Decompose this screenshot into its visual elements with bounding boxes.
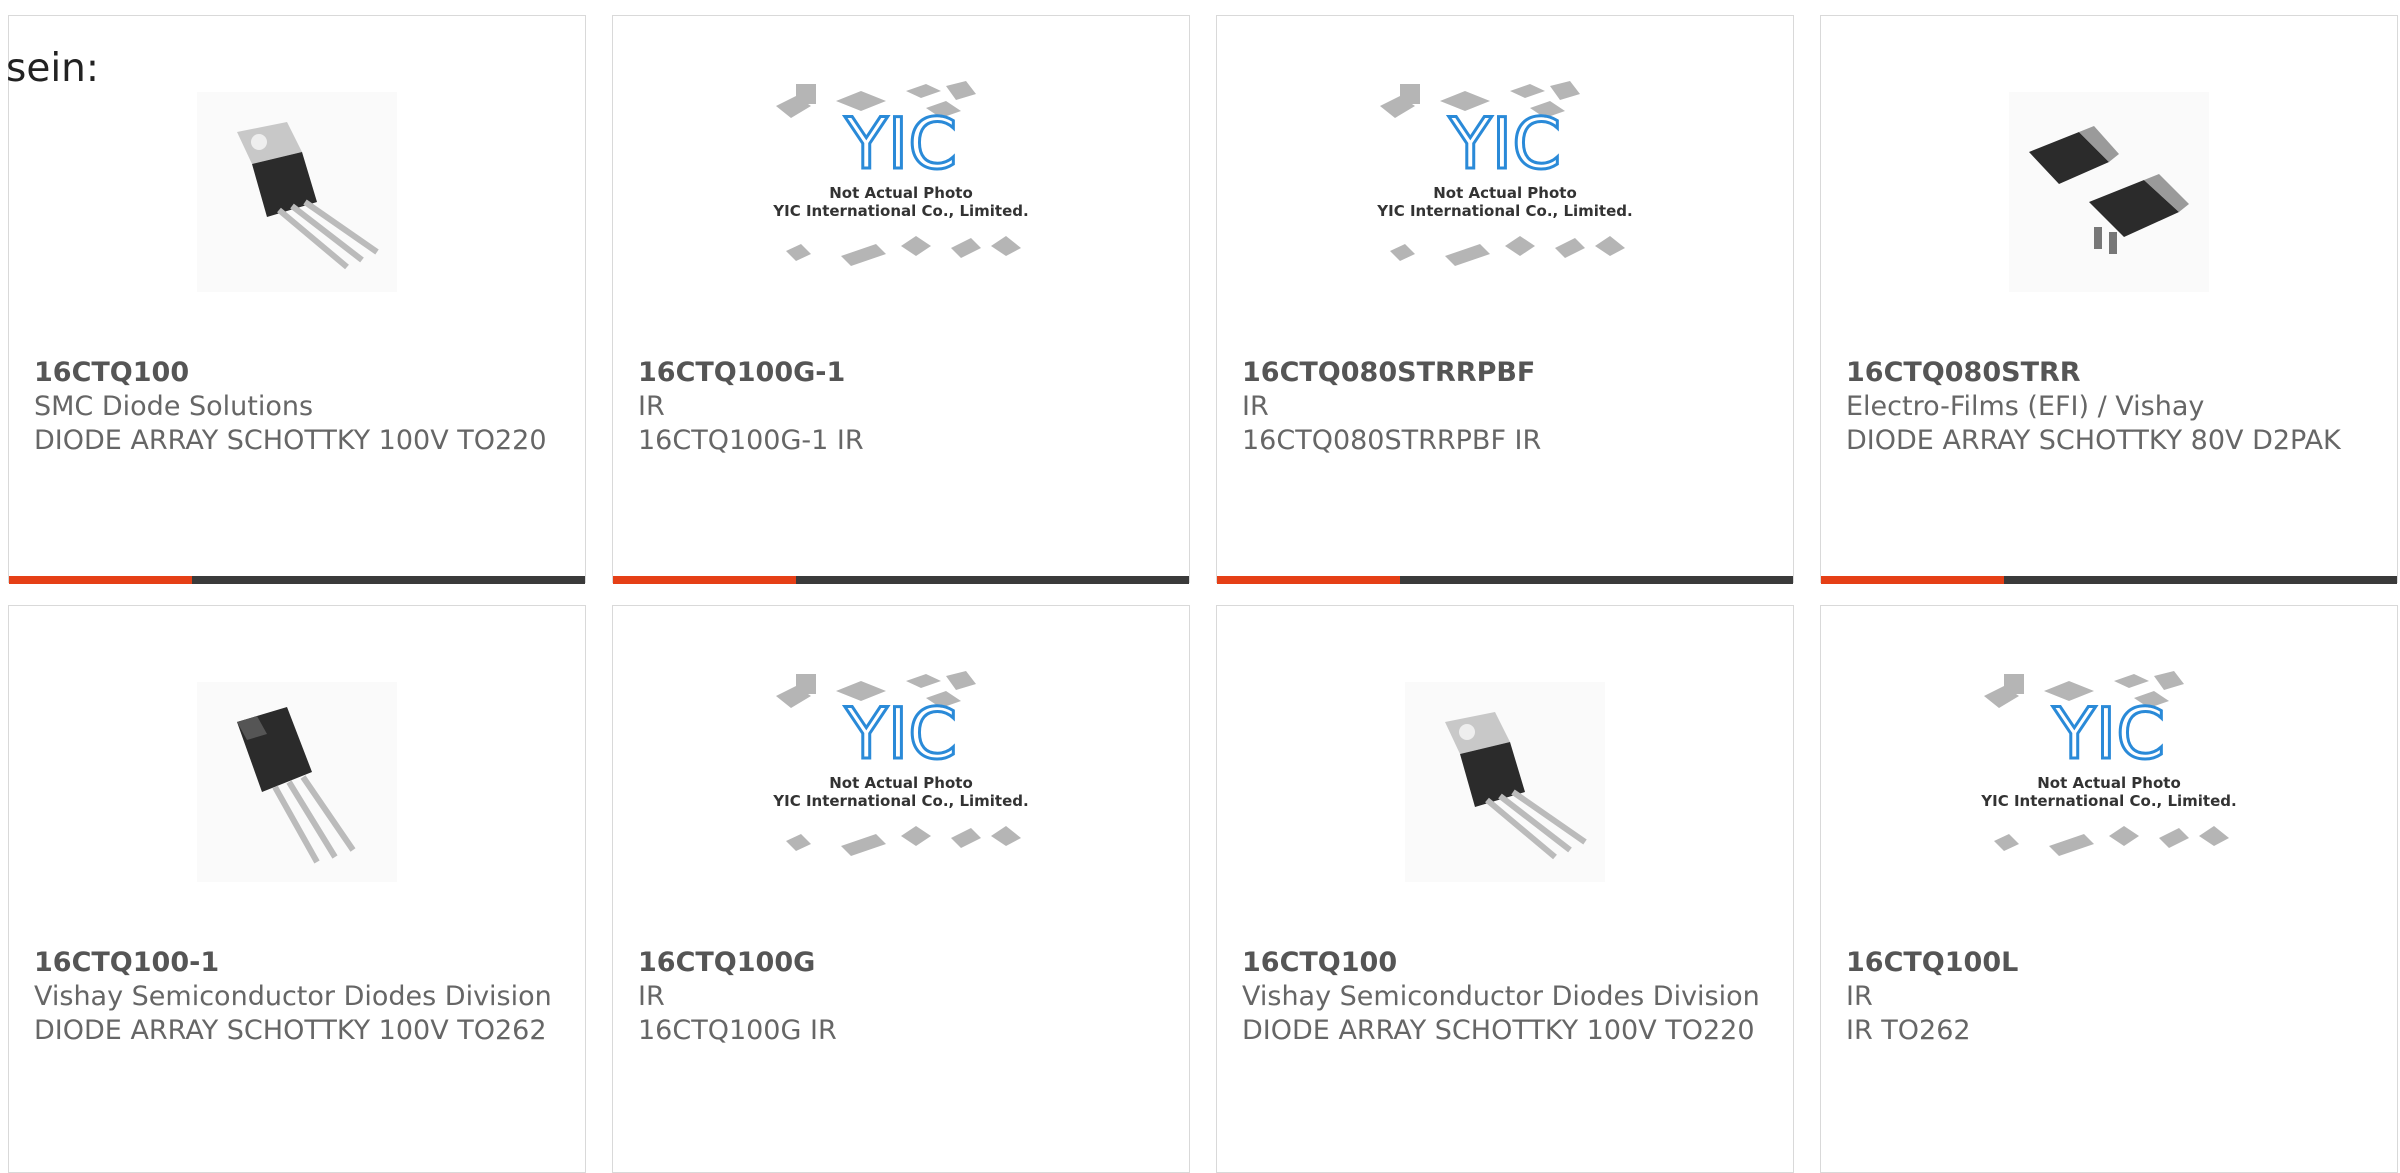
card-bar	[613, 576, 1189, 584]
placeholder-line1: Not Actual Photo	[829, 184, 973, 202]
part-number[interactable]: 16CTQ100-1	[34, 946, 565, 980]
to220-icon[interactable]	[162, 76, 432, 308]
yic-placeholder-icon[interactable]: YIC Not Actual Photo YIC International C…	[1370, 76, 1640, 308]
part-number[interactable]: 16CTQ100	[1242, 946, 1773, 980]
part-number[interactable]: 16CTQ080STRRPBF	[1242, 356, 1773, 390]
product-info: 16CTQ080STRRPBF IR 16CTQ080STRRPBF IR	[1242, 356, 1773, 458]
manufacturer: IR	[638, 981, 665, 1012]
lead-text: sein:	[6, 46, 100, 91]
yic-placeholder-icon[interactable]: YIC Not Actual Photo YIC International C…	[1974, 666, 2244, 898]
placeholder-line2: YIC International Co., Limited.	[1376, 202, 1632, 220]
card-bar-accent	[1821, 576, 2004, 584]
product-card[interactable]: YIC Not Actual Photo YIC International C…	[612, 605, 1190, 1173]
manufacturer: IR	[638, 391, 665, 422]
manufacturer: Vishay Semiconductor Diodes Division	[34, 981, 552, 1012]
product-info: 16CTQ100G-1 IR 16CTQ100G-1 IR	[638, 356, 1169, 458]
part-number[interactable]: 16CTQ100G	[638, 946, 1169, 980]
description: DIODE ARRAY SCHOTTKY 100V TO262	[34, 1015, 547, 1046]
part-number[interactable]: 16CTQ100L	[1846, 946, 2377, 980]
to262-icon[interactable]	[162, 666, 432, 898]
manufacturer: Electro-Films (EFI) / Vishay	[1846, 391, 2205, 422]
card-bar	[1217, 576, 1793, 584]
product-info: 16CTQ080STRR Electro-Films (EFI) / Visha…	[1846, 356, 2377, 458]
card-bar	[9, 576, 585, 584]
manufacturer: IR	[1242, 391, 1269, 422]
product-info: 16CTQ100-1 Vishay Semiconductor Diodes D…	[34, 946, 565, 1048]
description: DIODE ARRAY SCHOTTKY 100V TO220	[1242, 1015, 1755, 1046]
product-card[interactable]: YIC Not Actual Photo YIC International C…	[612, 15, 1190, 584]
d2pak-icon[interactable]	[1974, 76, 2244, 308]
yic-logo: YIC	[844, 103, 957, 185]
part-number[interactable]: 16CTQ100	[34, 356, 565, 390]
product-card[interactable]: YIC Not Actual Photo YIC International C…	[1820, 605, 2398, 1173]
placeholder-line2: YIC International Co., Limited.	[772, 792, 1028, 810]
product-card[interactable]: 16CTQ100 Vishay Semiconductor Diodes Div…	[1216, 605, 1794, 1173]
product-card[interactable]: YIC Not Actual Photo YIC International C…	[1216, 15, 1794, 584]
placeholder-line1: Not Actual Photo	[1433, 184, 1577, 202]
placeholder-line2: YIC International Co., Limited.	[1980, 792, 2236, 810]
product-card[interactable]: 16CTQ100 SMC Diode Solutions DIODE ARRAY…	[8, 15, 586, 584]
manufacturer: SMC Diode Solutions	[34, 391, 314, 422]
product-info: 16CTQ100L IR IR TO262	[1846, 946, 2377, 1048]
yic-placeholder-icon[interactable]: YIC Not Actual Photo YIC International C…	[766, 666, 1036, 898]
description: DIODE ARRAY SCHOTTKY 100V TO220	[34, 425, 547, 456]
product-card[interactable]: 16CTQ100-1 Vishay Semiconductor Diodes D…	[8, 605, 586, 1173]
description: 16CTQ100G IR	[638, 1015, 837, 1046]
product-info: 16CTQ100 Vishay Semiconductor Diodes Div…	[1242, 946, 1773, 1048]
yic-logo: YIC	[844, 693, 957, 775]
yic-logo: YIC	[2052, 693, 2165, 775]
product-card[interactable]: 16CTQ080STRR Electro-Films (EFI) / Visha…	[1820, 15, 2398, 584]
yic-placeholder-icon[interactable]: YIC Not Actual Photo YIC International C…	[766, 76, 1036, 308]
product-info: 16CTQ100G IR 16CTQ100G IR	[638, 946, 1169, 1048]
part-number[interactable]: 16CTQ080STRR	[1846, 356, 2377, 390]
product-grid: 16CTQ100 SMC Diode Solutions DIODE ARRAY…	[8, 15, 2400, 1173]
placeholder-line1: Not Actual Photo	[829, 774, 973, 792]
card-bar-accent	[9, 576, 192, 584]
description: 16CTQ100G-1 IR	[638, 425, 864, 456]
description: DIODE ARRAY SCHOTTKY 80V D2PAK	[1846, 425, 2341, 456]
manufacturer: IR	[1846, 981, 1873, 1012]
yic-logo: YIC	[1448, 103, 1561, 185]
card-bar-accent	[613, 576, 796, 584]
description: IR TO262	[1846, 1015, 1971, 1046]
to220-icon[interactable]	[1370, 666, 1640, 898]
part-number[interactable]: 16CTQ100G-1	[638, 356, 1169, 390]
manufacturer: Vishay Semiconductor Diodes Division	[1242, 981, 1760, 1012]
placeholder-line1: Not Actual Photo	[2037, 774, 2181, 792]
description: 16CTQ080STRRPBF IR	[1242, 425, 1542, 456]
product-info: 16CTQ100 SMC Diode Solutions DIODE ARRAY…	[34, 356, 565, 458]
card-bar-accent	[1217, 576, 1400, 584]
card-bar	[1821, 576, 2397, 584]
placeholder-line2: YIC International Co., Limited.	[772, 202, 1028, 220]
